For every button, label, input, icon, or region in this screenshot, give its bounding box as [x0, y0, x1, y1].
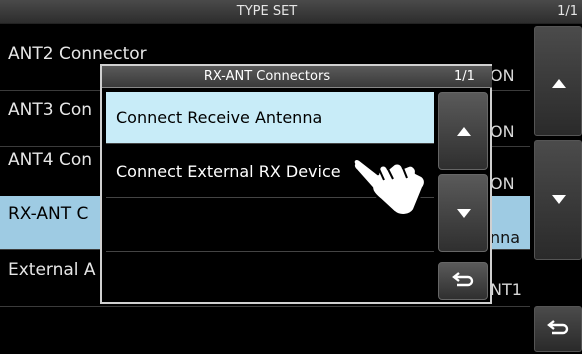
screen-title: TYPE SET — [236, 4, 298, 19]
triangle-down-icon — [457, 209, 471, 218]
option-label: Connect External RX Device — [116, 162, 341, 181]
option-connect-receive-antenna[interactable]: Connect Receive Antenna — [106, 92, 434, 144]
dialog-scroll-down-button[interactable] — [438, 174, 488, 252]
list-item-label: External A — [8, 260, 96, 280]
triangle-down-icon — [552, 195, 566, 204]
triangle-up-icon — [457, 127, 471, 136]
scroll-up-button[interactable] — [534, 26, 582, 136]
option-label: Connect Receive Antenna — [116, 108, 323, 127]
option-empty[interactable] — [106, 252, 434, 304]
list-item-value: ON — [490, 66, 515, 85]
triangle-up-icon — [552, 79, 566, 88]
rx-ant-connectors-dialog: RX-ANT Connectors 1/1 Connect Receive An… — [100, 64, 492, 304]
dialog-page-indicator: 1/1 — [454, 69, 475, 84]
dialog-title: RX-ANT Connectors — [203, 69, 331, 84]
list-item-value: ON — [490, 122, 515, 141]
list-item-value: nna — [490, 228, 521, 247]
list-item-label: RX-ANT C — [8, 204, 89, 224]
list-item-label: ANT2 Connector — [8, 44, 147, 64]
return-arrow-icon — [547, 320, 569, 335]
back-button[interactable] — [534, 306, 582, 352]
dialog-back-button[interactable] — [438, 262, 488, 300]
list-item-label: ANT3 Con — [8, 100, 92, 120]
list-item-label: ANT4 Con — [8, 150, 92, 170]
pointing-hand-icon — [352, 157, 427, 217]
scroll-down-button[interactable] — [534, 140, 582, 260]
return-arrow-icon — [452, 272, 474, 287]
list-item-value: ON — [490, 174, 515, 193]
list-item-value: NT1 — [490, 280, 522, 299]
dialog-scroll-up-button[interactable] — [438, 92, 488, 170]
page-indicator: 1/1 — [557, 4, 578, 19]
